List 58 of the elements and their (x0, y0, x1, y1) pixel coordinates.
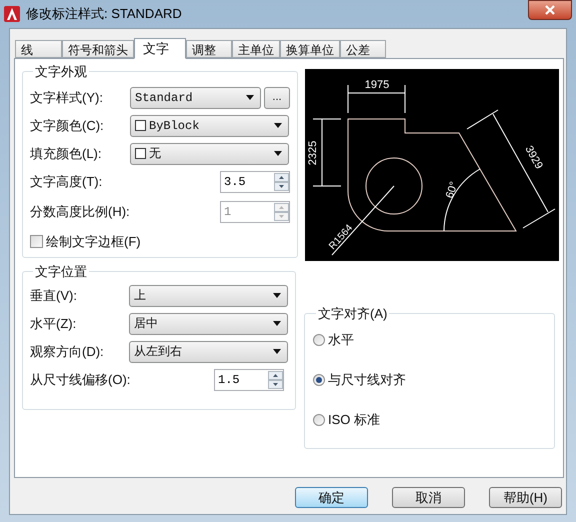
caret-icon (273, 293, 281, 298)
dimension-text: 60° (444, 180, 460, 200)
group-title: 文字外观 (34, 63, 88, 81)
hole-circle (366, 158, 422, 214)
dimension-text: 1975 (364, 79, 390, 91)
field-label: 文字颜色(C): (30, 116, 105, 135)
field-label: 从尺寸线偏移(O): (30, 370, 129, 389)
spinner-arrows-icon (268, 370, 283, 388)
number-spinner[interactable]: 3.5 (220, 170, 290, 192)
radio-button[interactable] (313, 334, 325, 346)
field-label: 分数高度比例(H): (30, 202, 130, 221)
tab[interactable]: 文字 (134, 38, 186, 59)
group-title: 文字对齐(A) (317, 305, 388, 323)
tab[interactable]: 公差 (340, 40, 386, 58)
dropdown[interactable]: ByBlock (130, 114, 289, 136)
field-label: 文字样式(Y): (30, 88, 104, 107)
radio-label: 水平 (328, 331, 354, 350)
caret-icon (246, 95, 254, 100)
field-label: 垂直(V): (30, 286, 78, 305)
dropdown[interactable]: 上 (129, 284, 288, 306)
close-icon (545, 5, 555, 15)
field-label: 填充颜色(L): (30, 144, 102, 163)
dialog-button[interactable]: 帮助(H) (489, 487, 562, 508)
dropdown[interactable]: Standard (130, 86, 261, 108)
tab[interactable]: 调整 (186, 40, 232, 58)
browse-button[interactable]: ... (264, 86, 290, 108)
radio-label: 与尺寸线对齐 (328, 371, 406, 390)
caret-icon (273, 349, 281, 354)
app-logo-icon (4, 6, 20, 22)
field-label: 水平(Z): (30, 314, 78, 333)
dialog-button[interactable]: 取消 (392, 487, 465, 508)
tab[interactable]: 符号和箭头 (62, 40, 134, 58)
close-button[interactable] (528, 0, 572, 20)
number-spinner[interactable]: 1.5 (214, 368, 284, 390)
checkbox-label: 绘制文字边框(F) (46, 232, 141, 251)
dropdown[interactable]: 无 (130, 142, 289, 164)
dimension-text: 2325 (307, 140, 319, 166)
field-label: 观察方向(D): (30, 342, 105, 361)
spinner-arrows-icon (274, 202, 289, 220)
angle-arc (444, 168, 480, 232)
dropdown[interactable]: 从左到右 (129, 340, 288, 362)
dialog-button[interactable]: 确定 (295, 487, 368, 508)
tab[interactable]: 换算单位 (280, 40, 340, 58)
radio-label: ISO 标准 (328, 411, 380, 430)
dimension-text: 3929 (522, 144, 545, 172)
dropdown[interactable]: 居中 (129, 312, 288, 334)
caret-icon (274, 151, 282, 156)
tab[interactable]: 线 (15, 40, 62, 58)
field-label: 文字高度(T): (30, 172, 104, 191)
spinner-arrows-icon (274, 172, 289, 190)
radio-button[interactable] (313, 414, 325, 426)
tab[interactable]: 主单位 (232, 40, 280, 58)
window-title: 修改标注样式: STANDARD (26, 5, 182, 24)
radio-button[interactable] (313, 374, 325, 386)
checkbox[interactable] (30, 235, 43, 248)
caret-icon (274, 123, 282, 128)
caret-icon (273, 321, 281, 326)
group-title: 文字位置 (34, 263, 88, 281)
